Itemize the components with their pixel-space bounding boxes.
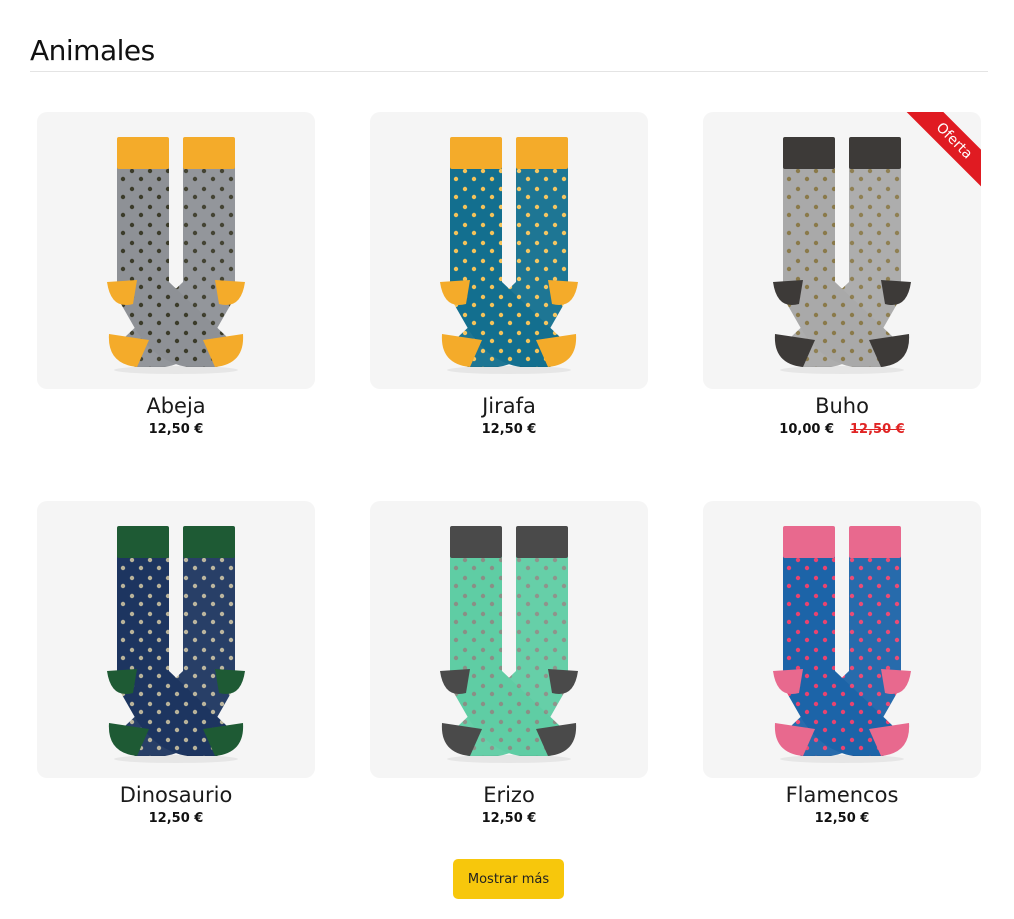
product-name[interactable]: Erizo <box>370 781 648 809</box>
section-divider <box>30 71 988 72</box>
load-more-button[interactable]: Mostrar más <box>453 859 564 899</box>
product-name[interactable]: Flamencos <box>703 781 981 809</box>
product-card[interactable]: Erizo 12,50 € <box>370 501 648 828</box>
product-name[interactable]: Buho <box>703 392 981 420</box>
product-card[interactable]: Abeja 12,50 € <box>37 112 315 439</box>
product-image-link[interactable] <box>370 112 648 389</box>
product-image-link[interactable] <box>370 501 648 778</box>
price-row: 12,50 € <box>37 810 315 828</box>
price-row: 12,50 € <box>703 810 981 828</box>
product-price: 12,50 € <box>481 422 537 437</box>
price-row: 12,50 € <box>37 421 315 439</box>
product-card[interactable]: Jirafa 12,50 € <box>370 112 648 439</box>
section-title: Animales <box>30 34 155 67</box>
price-row: 12,50 € <box>370 421 648 439</box>
sock-pair-image <box>773 137 911 374</box>
sock-pair-image <box>107 526 245 763</box>
product-name[interactable]: Jirafa <box>370 392 648 420</box>
sock-pair-image <box>440 137 578 374</box>
product-name[interactable]: Dinosaurio <box>37 781 315 809</box>
product-price: 12,50 € <box>148 422 204 437</box>
original-price: 12,50 € <box>850 422 905 437</box>
sock-pair-image <box>107 137 245 374</box>
product-image-link[interactable] <box>37 112 315 389</box>
price-row: 12,50 € <box>370 810 648 828</box>
product-price: 12,50 € <box>148 811 204 826</box>
product-image-link[interactable] <box>37 501 315 778</box>
product-card[interactable]: Flamencos 12,50 € <box>703 501 981 828</box>
product-card[interactable]: Dinosaurio 12,50 € <box>37 501 315 828</box>
product-image-link[interactable] <box>703 501 981 778</box>
sock-pair-image <box>440 526 578 763</box>
product-price: 10,00 € <box>779 422 834 437</box>
product-price: 12,50 € <box>481 811 537 826</box>
price-row: 10,00 € 12,50 € <box>703 421 981 439</box>
product-price: 12,50 € <box>814 811 870 826</box>
sock-pair-image <box>773 526 911 763</box>
product-image-link[interactable]: Oferta <box>703 112 981 389</box>
product-name[interactable]: Abeja <box>37 392 315 420</box>
product-card[interactable]: Oferta Buho 10,00 € 12,50 € <box>703 112 981 439</box>
